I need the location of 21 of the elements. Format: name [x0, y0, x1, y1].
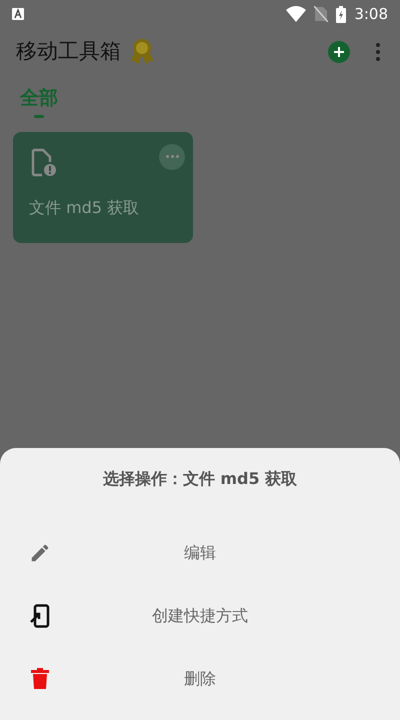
clock-time: 3:08: [354, 4, 388, 25]
more-button[interactable]: [159, 144, 185, 170]
more-menu-button[interactable]: [374, 41, 382, 63]
action-item[interactable]: 删除: [0, 647, 400, 710]
add-button[interactable]: [328, 41, 350, 63]
tool-name: 文件 md5 获取: [29, 196, 140, 218]
app-title: 移动工具箱: [16, 38, 121, 66]
trash-icon: [30, 668, 50, 690]
action-item[interactable]: 编辑: [0, 521, 400, 584]
notification-icon: [12, 8, 24, 20]
pencil-icon: [29, 542, 51, 564]
medal-icon: [129, 38, 155, 66]
wifi-icon: [286, 6, 306, 22]
tool-card[interactable]: 文件 md5 获取: [13, 132, 193, 242]
file-info-icon: [29, 148, 59, 178]
sheet-title: 选择操作：文件 md5 获取: [102, 468, 298, 490]
action-item[interactable]: 创建快捷方式: [0, 584, 400, 647]
add-icon: [333, 46, 345, 58]
battery-charging-icon: [336, 6, 346, 22]
shortcut-icon: [29, 604, 51, 628]
no-sim-icon: [314, 6, 328, 22]
